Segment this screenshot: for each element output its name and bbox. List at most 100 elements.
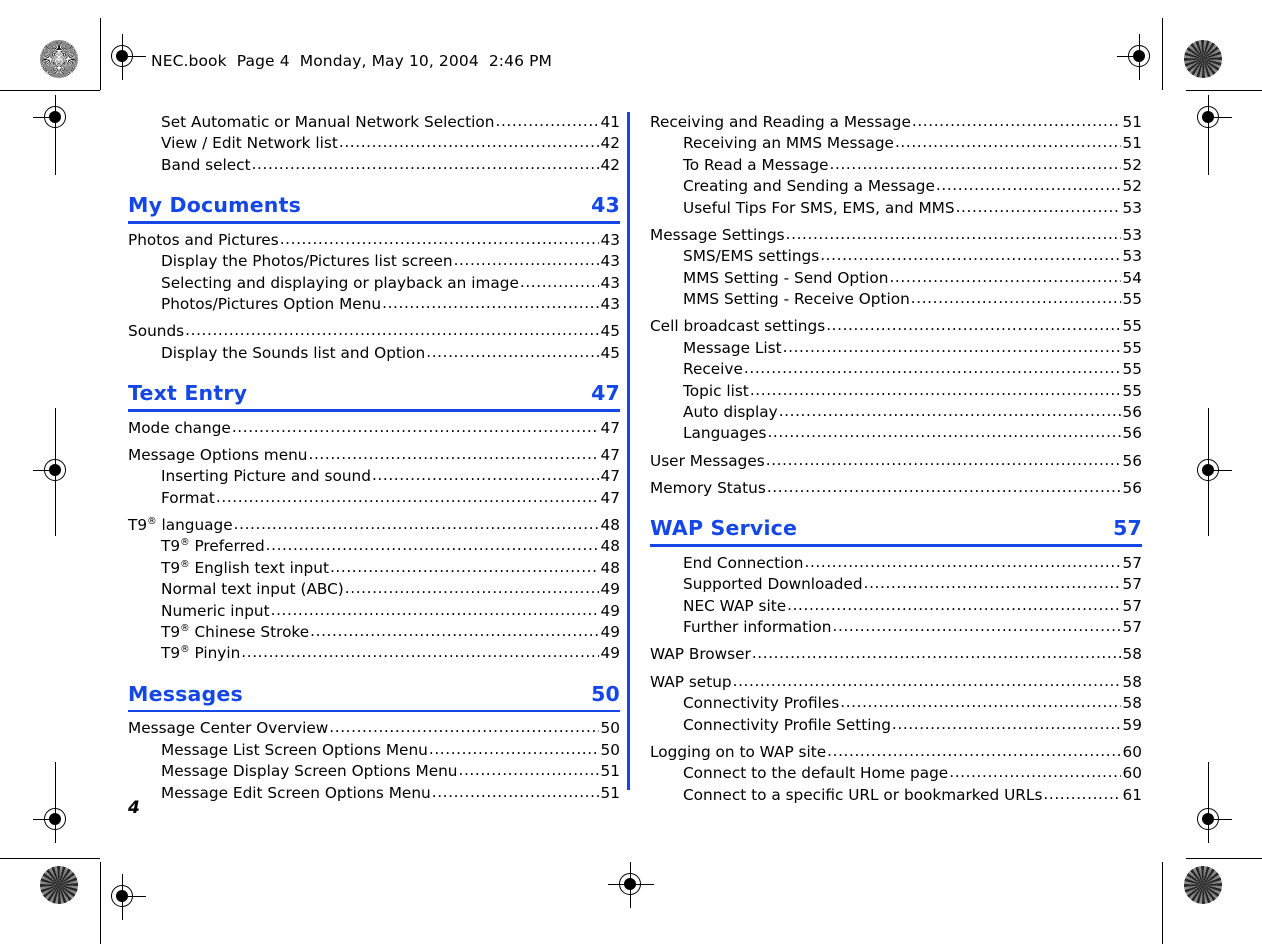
toc-entry-creating-and-sending-a-message[interactable]: Creating and Sending a Message .........…: [650, 176, 1142, 197]
toc-entry-normal-text-input-abc[interactable]: Normal text input (ABC) ................…: [128, 579, 620, 600]
toc-entry-display-the-photos-pictures-list-screen[interactable]: Display the Photos/Pictures list screen …: [128, 251, 620, 272]
toc-entry-connectivity-profile-setting[interactable]: Connectivity Profile Setting ...........…: [650, 714, 1142, 735]
toc-leader-dots: ........................................…: [185, 323, 599, 339]
toc-entry-sounds[interactable]: Sounds .................................…: [128, 315, 620, 342]
toc-section-heading-text-entry[interactable]: Text Entry 47: [128, 381, 620, 412]
toc-entry-page-number: 48: [600, 516, 620, 535]
toc-section-heading-my-documents[interactable]: My Documents 43: [128, 193, 620, 224]
toc-entry-nec-wap-site[interactable]: NEC WAP site ...........................…: [650, 596, 1142, 617]
section-heading-title: Text Entry: [128, 381, 248, 406]
crop-line-upper-right-horizontal: [1186, 90, 1262, 92]
toc-entry-format[interactable]: Format .................................…: [128, 488, 620, 509]
toc-entry-message-list[interactable]: Message List ...........................…: [650, 338, 1142, 359]
toc-entry-label: Cell broadcast settings: [650, 317, 826, 336]
toc-entry-message-list-screen-options-menu[interactable]: Message List Screen Options Menu .......…: [128, 740, 620, 761]
toc-entry-label: Further information: [683, 618, 832, 637]
toc-entry-photos-and-pictures[interactable]: Photos and Pictures ....................…: [128, 230, 620, 251]
toc-entry-connect-to-the-default-home-page[interactable]: Connect to the default Home page .......…: [650, 763, 1142, 784]
toc-entry-end-connection[interactable]: End Connection .........................…: [650, 553, 1142, 574]
toc-entry-message-edit-screen-options-menu[interactable]: Message Edit Screen Options Menu .......…: [128, 782, 620, 803]
toc-entry-selecting-and-displaying-or-playback-an-image[interactable]: Selecting and displaying or playback an …: [128, 273, 620, 294]
toc-entry-photos-pictures-option-menu[interactable]: Photos/Pictures Option Menu ............…: [128, 294, 620, 315]
toc-entry-label: T9® Pinyin: [161, 644, 241, 663]
toc-entry-t9-pinyin[interactable]: T9® Pinyin .............................…: [128, 643, 620, 664]
toc-entry-receive[interactable]: Receive ................................…: [650, 359, 1142, 380]
toc-entry-page-number: 51: [1122, 113, 1142, 132]
toc-entry-label: Normal text input (ABC): [161, 580, 344, 599]
toc-entry-page-number: 50: [600, 719, 620, 738]
toc-entry-topic-list[interactable]: Topic list .............................…: [650, 381, 1142, 402]
toc-leader-dots: ........................................…: [251, 156, 599, 173]
toc-entry-page-number: 55: [1122, 317, 1142, 336]
toc-entry-label: T9® Chinese Stroke: [161, 622, 310, 642]
toc-leader-dots: ........................................…: [863, 576, 1121, 592]
toc-entry-display-the-sounds-list-and-option[interactable]: Display the Sounds list and Option .....…: [128, 343, 620, 364]
toc-leader-dots: ........................................…: [840, 695, 1121, 711]
toc-entry-label: Supported Downloaded: [683, 575, 863, 594]
toc-entry-label: T9® language: [128, 515, 233, 535]
toc-entry-page-number: 43: [600, 295, 620, 314]
toc-leader-dots: ........................................…: [910, 291, 1121, 307]
toc-section-heading-wap-service[interactable]: WAP Service 57: [650, 516, 1142, 547]
toc-leader-dots: ........................................…: [233, 517, 599, 533]
toc-entry-mode-change[interactable]: Mode change ............................…: [128, 418, 620, 439]
toc-entry-to-read-a-message[interactable]: To Read a Message ......................…: [650, 155, 1142, 176]
toc-entry-label: Connectivity Profile Setting: [683, 715, 891, 734]
toc-entry-t9-language[interactable]: T9® language ...........................…: [128, 509, 620, 536]
toc-entry-useful-tips-for-sms-ems-and-mms[interactable]: Useful Tips For SMS, EMS, and MMS ......…: [650, 198, 1142, 219]
toc-entry-mms-setting-receive-option[interactable]: MMS Setting - Receive Option ...........…: [650, 289, 1142, 310]
toc-entry-inserting-picture-and-sound[interactable]: Inserting Picture and sound ............…: [128, 466, 620, 487]
crop-line-bottom-left-vertical: [100, 862, 102, 944]
toc-entry-memory-status[interactable]: Memory Status ..........................…: [650, 472, 1142, 499]
toc-entry-page-number: 55: [1122, 360, 1142, 379]
toc-entry-message-settings[interactable]: Message Settings .......................…: [650, 219, 1142, 246]
toc-entry-user-messages[interactable]: User Messages ..........................…: [650, 445, 1142, 472]
toc-entry-numeric-input[interactable]: Numeric input ..........................…: [128, 601, 620, 622]
crop-line-upper-left-horizontal: [0, 90, 100, 92]
toc-entry-connectivity-profiles[interactable]: Connectivity Profiles ..................…: [650, 693, 1142, 714]
section-heading-row: Messages 50: [128, 682, 620, 706]
crop-line-lower-left-horizontal: [0, 858, 100, 860]
toc-entry-message-center-overview[interactable]: Message Center Overview ................…: [128, 718, 620, 739]
section-heading-page-number: 57: [1113, 516, 1142, 541]
toc-entry-further-information[interactable]: Further information ....................…: [650, 617, 1142, 638]
toc-entry-page-number: 61: [1122, 785, 1142, 804]
toc-entry-label: Display the Photos/Pictures list screen: [161, 252, 453, 271]
toc-leader-dots: ........................................…: [955, 199, 1121, 215]
toc-entry-t9-english-text-input[interactable]: T9® English text input .................…: [128, 558, 620, 579]
toc-entry-page-number: 51: [600, 783, 620, 802]
toc-entry-label: Band select: [161, 155, 251, 174]
toc-entry-message-display-screen-options-menu[interactable]: Message Display Screen Options Menu ....…: [128, 761, 620, 782]
toc-entry-receiving-an-mms-message[interactable]: Receiving an MMS Message ...............…: [650, 133, 1142, 154]
toc-entry-label: Sounds: [128, 322, 185, 341]
toc-leader-dots: ........................................…: [279, 231, 599, 248]
toc-entry-receiving-and-reading-a-message[interactable]: Receiving and Reading a Message ........…: [650, 112, 1142, 133]
toc-entry-page-number: 41: [600, 113, 620, 132]
toc-entry-page-number: 55: [1122, 381, 1142, 400]
toc-entry-message-options-menu[interactable]: Message Options menu ...................…: [128, 439, 620, 466]
toc-entry-page-number: 60: [1122, 764, 1142, 783]
toc-entry-view-edit-network-list[interactable]: View / Edit Network list ...............…: [128, 133, 620, 154]
toc-leader-dots: ........................................…: [215, 489, 599, 506]
toc-entry-wap-setup[interactable]: WAP setup ..............................…: [650, 666, 1142, 693]
toc-leader-dots: ........................................…: [785, 226, 1121, 243]
toc-entry-supported-downloaded[interactable]: Supported Downloaded ...................…: [650, 574, 1142, 595]
toc-entry-t9-chinese-stroke[interactable]: T9® Chinese Stroke .....................…: [128, 622, 620, 643]
toc-entry-t9-preferred[interactable]: T9® Preferred ..........................…: [128, 536, 620, 557]
toc-entry-set-automatic-or-manual-network-selection[interactable]: Set Automatic or Manual Network Selectio…: [128, 112, 620, 133]
toc-entry-logging-on-to-wap-site[interactable]: Logging on to WAP site .................…: [650, 736, 1142, 763]
toc-leader-dots: ........................................…: [804, 554, 1122, 571]
toc-entry-languages[interactable]: Languages ..............................…: [650, 423, 1142, 444]
toc-leader-dots: ........................................…: [751, 646, 1121, 662]
toc-leader-dots: ........................................…: [732, 673, 1121, 690]
toc-entry-page-number: 53: [1122, 247, 1142, 266]
section-heading-page-number: 47: [591, 381, 620, 406]
toc-entry-connect-to-a-specific-url-or-bookmarked-urls[interactable]: Connect to a specific URL or bookmarked …: [650, 784, 1142, 805]
toc-entry-auto-display[interactable]: Auto display ...........................…: [650, 402, 1142, 423]
toc-entry-sms-ems-settings[interactable]: SMS/EMS settings .......................…: [650, 246, 1142, 267]
toc-section-heading-messages[interactable]: Messages 50: [128, 682, 620, 713]
toc-entry-band-select[interactable]: Band select ............................…: [128, 155, 620, 176]
toc-entry-wap-browser[interactable]: WAP Browser ............................…: [650, 638, 1142, 665]
toc-entry-cell-broadcast-settings[interactable]: Cell broadcast settings ................…: [650, 310, 1142, 337]
toc-entry-mms-setting-send-option[interactable]: MMS Setting - Send Option ..............…: [650, 268, 1142, 289]
